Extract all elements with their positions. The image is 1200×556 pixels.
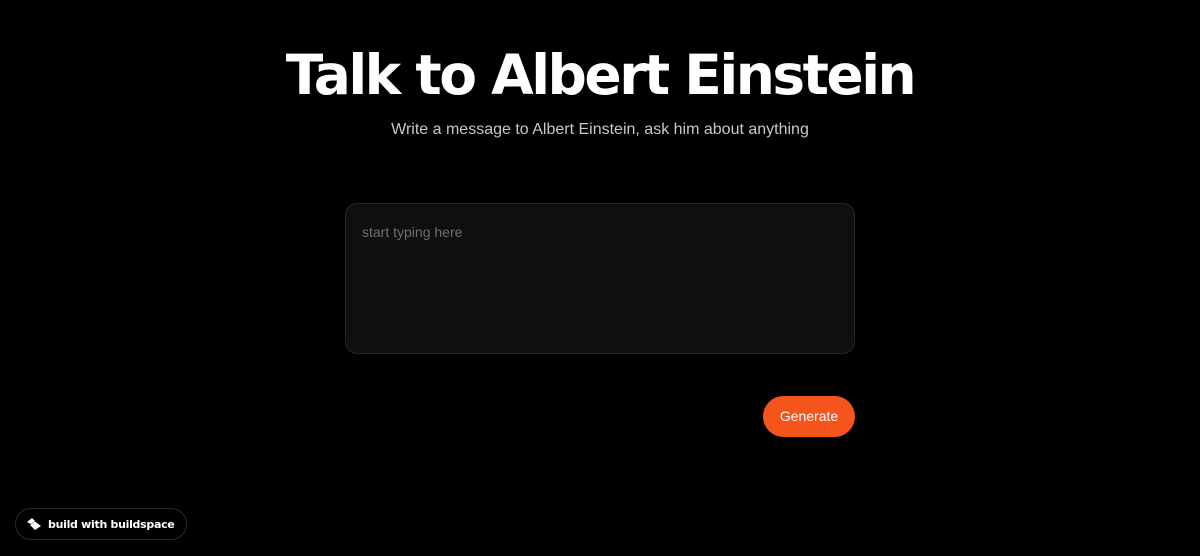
- header: Talk to Albert Einstein Write a message …: [0, 40, 1200, 140]
- buildspace-logo-icon: [26, 517, 42, 531]
- page-root: Talk to Albert Einstein Write a message …: [0, 0, 1200, 556]
- page-subtitle: Write a message to Albert Einstein, ask …: [391, 121, 809, 138]
- badge-label: build with buildspace: [48, 517, 175, 531]
- generate-button[interactable]: Generate: [763, 396, 855, 437]
- page-title: Talk to Albert Einstein: [285, 43, 917, 107]
- prompt-input[interactable]: [346, 204, 854, 353]
- prompt-container: [345, 203, 855, 354]
- buildspace-badge[interactable]: build with buildspace: [15, 508, 188, 540]
